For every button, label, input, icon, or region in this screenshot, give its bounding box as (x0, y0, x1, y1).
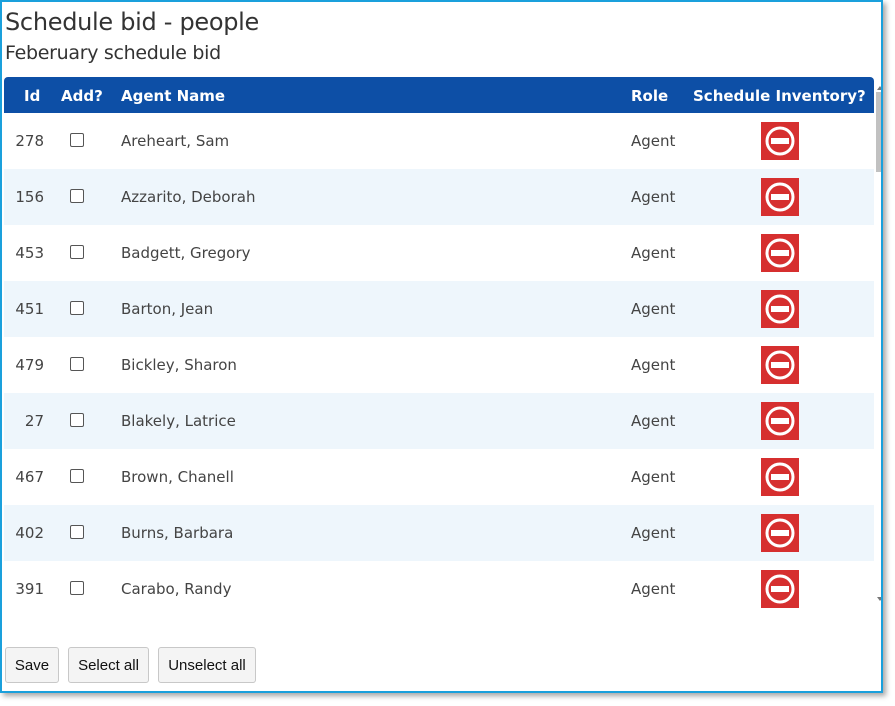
agent-name: Areheart, Sam (121, 132, 230, 150)
no-entry-icon[interactable] (761, 458, 799, 496)
agent-name: Bickley, Sharon (121, 356, 237, 374)
agent-id: 27 (24, 412, 44, 430)
add-checkbox[interactable] (70, 133, 84, 147)
agent-id: 402 (15, 524, 44, 542)
table-row[interactable]: 467 Brown, Chanell Agent (4, 449, 874, 505)
agent-id: 391 (15, 580, 44, 598)
column-header-id[interactable]: Id (24, 87, 40, 105)
agent-name: Blakely, Latrice (121, 412, 236, 430)
no-entry-icon[interactable] (761, 178, 799, 216)
table-row[interactable]: 278 Areheart, Sam Agent (4, 113, 874, 169)
grid-header: Id Add? Agent Name Role Schedule Invento… (4, 77, 874, 113)
no-entry-icon[interactable] (761, 122, 799, 160)
column-header-add[interactable]: Add? (61, 87, 103, 105)
select-all-button[interactable]: Select all (68, 647, 149, 683)
agent-name: Azzarito, Deborah (121, 188, 256, 206)
agent-role: Agent (631, 412, 676, 430)
no-entry-icon[interactable] (761, 346, 799, 384)
column-header-role[interactable]: Role (631, 87, 668, 105)
unselect-all-button[interactable]: Unselect all (158, 647, 256, 683)
no-entry-icon[interactable] (761, 402, 799, 440)
no-entry-icon[interactable] (761, 234, 799, 272)
agent-name: Barton, Jean (121, 300, 214, 318)
agent-role: Agent (631, 132, 676, 150)
agent-name: Brown, Chanell (121, 468, 234, 486)
table-row[interactable]: 402 Burns, Barbara Agent (4, 505, 874, 561)
add-checkbox[interactable] (70, 469, 84, 483)
agent-name: Carabo, Randy (121, 580, 232, 598)
scrollbar-thumb[interactable] (876, 92, 881, 172)
table-row[interactable]: 391 Carabo, Randy Agent (4, 561, 874, 615)
dialog-window: Schedule bid - people Feberuary schedule… (0, 0, 883, 693)
table-row[interactable]: 479 Bickley, Sharon Agent (4, 337, 874, 393)
add-checkbox[interactable] (70, 301, 84, 315)
agent-name: Badgett, Gregory (121, 244, 251, 262)
no-entry-icon[interactable] (761, 514, 799, 552)
agent-role: Agent (631, 468, 676, 486)
table-row[interactable]: 451 Barton, Jean Agent (4, 281, 874, 337)
no-entry-icon[interactable] (761, 290, 799, 328)
agent-id: 278 (15, 132, 44, 150)
no-entry-icon[interactable] (761, 570, 799, 608)
add-checkbox[interactable] (70, 525, 84, 539)
table-row[interactable]: 156 Azzarito, Deborah Agent (4, 169, 874, 225)
add-checkbox[interactable] (70, 189, 84, 203)
column-header-agent-name[interactable]: Agent Name (121, 87, 225, 105)
page-title: Schedule bid - people (5, 8, 260, 36)
table-row[interactable]: 453 Badgett, Gregory Agent (4, 225, 874, 281)
agent-role: Agent (631, 356, 676, 374)
add-checkbox[interactable] (70, 245, 84, 259)
agent-role: Agent (631, 300, 676, 318)
agent-role: Agent (631, 580, 676, 598)
page-subtitle: Feberuary schedule bid (5, 42, 221, 64)
scroll-up-arrow-icon[interactable] (877, 86, 881, 90)
agent-id: 453 (15, 244, 44, 262)
add-checkbox[interactable] (70, 581, 84, 595)
add-checkbox[interactable] (70, 413, 84, 427)
add-checkbox[interactable] (70, 357, 84, 371)
agent-role: Agent (631, 524, 676, 542)
agent-id: 156 (15, 188, 44, 206)
agent-role: Agent (631, 188, 676, 206)
agent-id: 451 (15, 300, 44, 318)
agent-id: 479 (15, 356, 44, 374)
agent-name: Burns, Barbara (121, 524, 234, 542)
column-header-schedule-inventory[interactable]: Schedule Inventory? (693, 87, 866, 105)
save-button[interactable]: Save (5, 647, 59, 683)
grid-body: 278 Areheart, Sam Agent 156 Azzarito, Debora… (4, 113, 874, 615)
grid-scrollbar[interactable] (876, 86, 881, 607)
table-row[interactable]: 27 Blakely, Latrice Agent (4, 393, 874, 449)
people-grid: Id Add? Agent Name Role Schedule Invento… (4, 77, 874, 615)
scroll-down-arrow-icon[interactable] (877, 597, 881, 601)
agent-role: Agent (631, 244, 676, 262)
agent-id: 467 (15, 468, 44, 486)
